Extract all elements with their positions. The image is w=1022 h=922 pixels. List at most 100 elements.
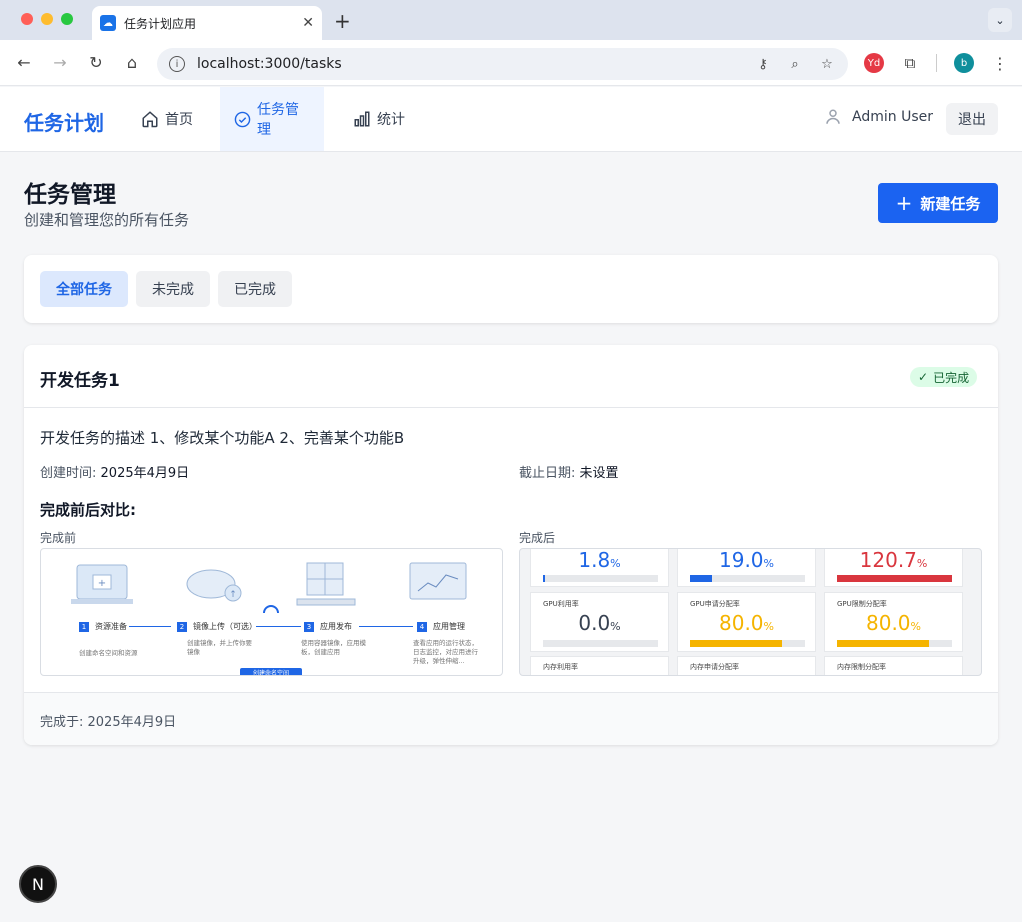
user-name: Admin User	[852, 109, 933, 125]
url-text[interactable]: localhost:3000/tasks	[197, 56, 740, 72]
metric-label: 内存利用率	[543, 663, 578, 671]
due-date: 截止日期: 未设置	[519, 462, 619, 481]
step-connector	[129, 626, 171, 627]
nav-home[interactable]: 首页	[127, 87, 207, 151]
step-4: 4 应用管理	[417, 621, 465, 632]
nav-tasks-label: 任务管理	[257, 102, 299, 138]
metric-bar	[543, 575, 658, 582]
nav-stats[interactable]: 统计	[339, 87, 419, 151]
check-circle-icon	[234, 111, 251, 128]
new-task-label: 新建任务	[920, 194, 981, 213]
step-desc: 创建命名空间和资源	[79, 649, 138, 657]
close-window-button[interactable]	[21, 13, 33, 25]
key-icon[interactable]: ⚷	[754, 57, 772, 72]
metric-value: 19.0%	[719, 548, 774, 572]
new-tab-button[interactable]: +	[334, 9, 351, 33]
browser-toolbar: ← → ↻ ⌂ i localhost:3000/tasks ⚷ ⌕ ☆ Yd …	[0, 40, 1022, 86]
back-icon[interactable]: ←	[10, 49, 38, 77]
app-header: 任务计划 首页 任务管理 统计 Admin User 退出	[0, 87, 1022, 152]
address-bar[interactable]: i localhost:3000/tasks ⚷ ⌕ ☆	[157, 48, 848, 80]
extensions-icon[interactable]: ⧉	[900, 53, 920, 73]
nav-home-label: 首页	[165, 112, 193, 128]
youdao-extension-icon[interactable]: Yd	[864, 53, 884, 73]
logout-button[interactable]: 退出	[946, 103, 998, 135]
metric-bar	[837, 575, 952, 582]
svg-text:+: +	[98, 578, 106, 589]
close-icon[interactable]: ✕	[302, 15, 314, 31]
metric-label: 内存申请分配率	[690, 663, 739, 671]
user-icon	[824, 108, 842, 126]
step-label: 镜像上传（可选）	[193, 622, 257, 631]
reload-icon[interactable]: ↻	[82, 49, 110, 77]
brand-logo[interactable]: 任务计划	[24, 107, 104, 136]
nav-tasks[interactable]: 任务管理	[220, 87, 324, 151]
before-label: 完成前	[40, 531, 77, 545]
star-icon[interactable]: ☆	[818, 57, 836, 72]
metric-card: GPU限制分配率 80.0%	[824, 592, 963, 652]
metric-card: 内存申请分配率	[677, 656, 816, 675]
create-namespace-button: 创建命名空间	[240, 668, 302, 675]
new-task-button[interactable]: + 新建任务	[878, 183, 998, 223]
profile-avatar[interactable]: b	[954, 53, 974, 73]
metric-label: GPU限制分配率	[837, 600, 887, 608]
forward-icon[interactable]: →	[46, 49, 74, 77]
step-2: 2 镜像上传（可选）	[177, 621, 257, 632]
completed-at: 完成于: 2025年4月9日	[40, 715, 177, 730]
resource-illustration: +	[71, 564, 133, 604]
browser-tab[interactable]: ☁ 任务计划应用 ✕	[92, 6, 322, 40]
minimize-window-button[interactable]	[41, 13, 53, 25]
info-icon[interactable]: i	[169, 56, 185, 72]
home-browser-icon[interactable]: ⌂	[118, 49, 146, 77]
after-label: 完成后	[519, 531, 556, 545]
step-1: 1 资源准备	[79, 621, 127, 632]
step-label: 应用发布	[320, 622, 352, 631]
status-badge: ✓ 已完成	[910, 367, 978, 387]
task-title: 开发任务1	[40, 371, 120, 391]
metric-bar	[690, 640, 805, 647]
metric-card: GPU申请分配率 80.0%	[677, 592, 816, 652]
filter-card: 全部任务 未完成 已完成	[24, 255, 998, 323]
step-desc: 使用容器镜像，应用模板，创建应用	[301, 639, 366, 657]
step-number: 1	[79, 621, 89, 632]
metric-value: 0.0%	[578, 611, 621, 635]
task-card: 开发任务1 ✓ 已完成 开发任务的描述 1、修改某个功能A 2、完善某个功能B …	[24, 345, 998, 745]
metric-card: 1.8%	[530, 548, 669, 587]
task-card-header: 开发任务1 ✓ 已完成	[24, 345, 998, 408]
step-connector	[359, 626, 413, 627]
maximize-window-button[interactable]	[61, 13, 73, 25]
metric-card: GPU利用率 0.0%	[530, 592, 669, 652]
toolbar-divider	[936, 54, 937, 72]
created-value: 2025年4月9日	[100, 466, 190, 481]
task-card-footer: 完成于: 2025年4月9日	[24, 692, 998, 745]
created-label: 创建时间:	[40, 466, 97, 481]
metric-label: GPU申请分配率	[690, 600, 740, 608]
metric-bar	[690, 575, 805, 582]
after-screenshot[interactable]: 1.8% 19.0% 120.7% GPU利用率 0.0% GPU申请分配率 8…	[519, 548, 982, 676]
nextjs-devtools-button[interactable]: N	[19, 865, 57, 903]
checkmark-icon: ✓	[918, 370, 929, 384]
user-menu[interactable]: Admin User	[824, 108, 933, 126]
plus-icon: +	[895, 191, 913, 215]
due-value: 未设置	[579, 466, 619, 481]
more-menu-icon[interactable]: ⋮	[990, 53, 1010, 73]
metric-value: 120.7%	[859, 548, 928, 572]
metric-card: 内存利用率	[530, 656, 669, 675]
step-label: 资源准备	[95, 622, 127, 631]
filter-incomplete[interactable]: 未完成	[136, 271, 210, 307]
zoom-icon[interactable]: ⌕	[786, 57, 804, 72]
filter-all[interactable]: 全部任务	[40, 271, 128, 307]
svg-text:↑: ↑	[229, 590, 237, 600]
step-connector	[256, 626, 301, 627]
metric-label: 内存限制分配率	[837, 663, 886, 671]
compare-title: 完成前后对比:	[40, 501, 136, 519]
metric-value: 80.0%	[719, 611, 774, 635]
bar-chart-icon	[353, 110, 371, 128]
before-screenshot[interactable]: + ↑ 1 资源准备 2 镜像上传（可选） 3 应用发布 4 应用管理 创建命名…	[40, 548, 503, 676]
filter-completed[interactable]: 已完成	[218, 271, 292, 307]
step-number: 2	[177, 621, 187, 632]
page-title: 任务管理	[24, 182, 116, 208]
metric-value: 1.8%	[578, 548, 621, 572]
metric-bar	[837, 640, 952, 647]
task-description: 开发任务的描述 1、修改某个功能A 2、完善某个功能B	[40, 429, 405, 447]
chevron-down-icon[interactable]: ⌄	[988, 8, 1012, 32]
